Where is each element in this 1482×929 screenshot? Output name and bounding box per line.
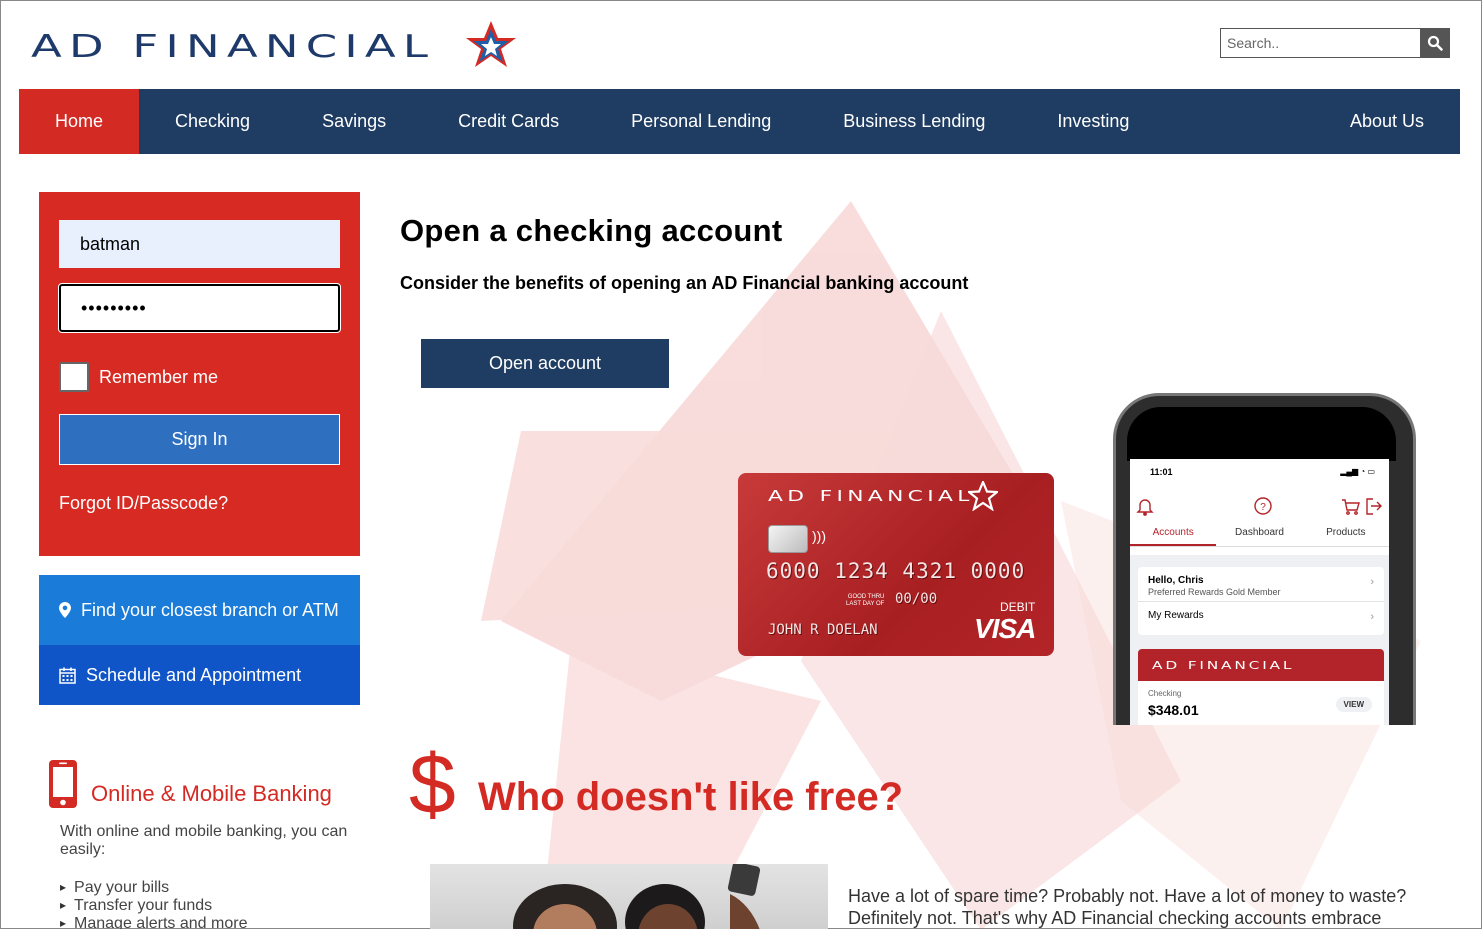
help-icon: ?	[1254, 497, 1272, 515]
phone-screen: 11:01 ▂▄▆ ◔ ▭ ? Accounts Dashboard Produ…	[1130, 459, 1389, 725]
bell-icon	[1136, 499, 1154, 516]
card-brand: AD FINANCIAL	[768, 487, 974, 505]
list-item: Transfer your funds	[60, 897, 367, 915]
phone-bank-header: AD FINANCIAL	[1138, 649, 1384, 681]
phone-rewards-row: My Rewards ›	[1138, 601, 1384, 635]
remember-me-label: Remember me	[99, 366, 219, 387]
search-button[interactable]	[1420, 28, 1450, 58]
phone-profile-card: Hello, Chris Preferred Rewards Gold Memb…	[1138, 567, 1384, 635]
card-holder: JOHN R DOELAN	[768, 622, 878, 638]
online-banking-description: With online and mobile banking, you can …	[60, 823, 348, 858]
remember-me-checkbox[interactable]	[59, 362, 89, 392]
online-banking-title: Online & Mobile Banking	[91, 781, 332, 806]
search-input[interactable]	[1220, 28, 1420, 58]
phone-tab-accounts: Accounts	[1130, 527, 1217, 546]
online-banking-list: Pay your bills Transfer your funds Manag…	[60, 879, 367, 929]
phone-time: 11:01	[1150, 467, 1173, 477]
phone-tab-products: Products	[1326, 527, 1366, 538]
find-branch-label: Find your closest branch or ATM	[81, 599, 339, 620]
free-section-text: Have a lot of spare time? Probably not. …	[848, 886, 1407, 928]
card-type: DEBIT	[1000, 600, 1036, 614]
good-thru-label: GOOD THRU LAST DAY OF	[846, 594, 884, 608]
phone-greeting-row: Hello, Chris Preferred Rewards Gold Memb…	[1138, 567, 1384, 601]
card-expiry: 00/00	[895, 591, 938, 607]
smartphone-icon	[49, 760, 77, 808]
debit-card-image: AD FINANCIAL ))) 6000 1234 4321 0000 GOO…	[738, 473, 1054, 656]
phone-account-card: AD FINANCIAL Checking $348.01 VIEW	[1138, 649, 1384, 725]
phone-bank-name: AD FINANCIAL	[1152, 658, 1295, 672]
remember-me[interactable]: Remember me	[59, 346, 218, 392]
logout-icon	[1366, 498, 1382, 515]
username-field[interactable]	[59, 220, 340, 268]
good-thru-line2: LAST DAY OF	[846, 601, 885, 607]
page-title: Open a checking account	[400, 213, 783, 248]
find-branch-link[interactable]: Find your closest branch or ATM	[39, 575, 360, 645]
forgot-id-link[interactable]: Forgot ID/Passcode?	[59, 493, 228, 514]
svg-text:?: ?	[1260, 502, 1266, 513]
search-bar	[1220, 28, 1450, 58]
ad-financial-logo[interactable]: AD FINANCIAL	[31, 19, 516, 75]
card-star-icon	[968, 481, 998, 511]
chip-icon	[768, 525, 808, 553]
nav-savings[interactable]: Savings	[286, 89, 422, 154]
main-nav: Home Checking Savings Credit Cards Perso…	[19, 89, 1460, 154]
free-section-title: Who doesn't like free?	[478, 775, 904, 819]
phone-mockup-image: 11:01 ▂▄▆ ◔ ▭ ? Accounts Dashboard Produ…	[1113, 393, 1416, 725]
nav-investing[interactable]: Investing	[1021, 89, 1165, 154]
schedule-label: Schedule and Appointment	[86, 664, 302, 685]
map-pin-icon	[59, 602, 71, 618]
nav-credit-cards[interactable]: Credit Cards	[422, 89, 595, 154]
visa-logo: VISA	[974, 613, 1036, 644]
star-logo-icon	[466, 21, 516, 67]
phone-tab-dashboard: Dashboard	[1235, 527, 1284, 538]
phone-balance: $348.01	[1148, 702, 1199, 718]
card-number: 6000 1234 4321 0000	[766, 559, 1026, 583]
phone-content: Hello, Chris Preferred Rewards Gold Memb…	[1130, 555, 1389, 725]
nav-about-us[interactable]: About Us	[1314, 89, 1460, 154]
open-account-button[interactable]: Open account	[421, 339, 669, 388]
dollar-icon: $	[409, 737, 456, 831]
phone-greeting: Hello, Chris	[1148, 575, 1204, 586]
phone-membership: Preferred Rewards Gold Member	[1148, 587, 1281, 597]
online-banking-section: Online & Mobile Banking With online and …	[47, 759, 367, 929]
calendar-icon	[59, 667, 76, 684]
sign-in-button[interactable]: Sign In	[59, 414, 340, 465]
contactless-icon: )))	[812, 528, 826, 544]
phone-rewards: My Rewards	[1148, 610, 1204, 621]
phone-tabs: Accounts Dashboard Products	[1130, 527, 1389, 547]
chevron-right-icon: ›	[1370, 576, 1374, 588]
phone-notch	[1127, 407, 1396, 461]
page-subtitle: Consider the benefits of opening an AD F…	[400, 273, 969, 293]
logo-text: AD FINANCIAL	[31, 29, 436, 65]
cart-icon	[1342, 499, 1360, 515]
site-header: AD FINANCIAL	[1, 1, 1481, 89]
phone-app-icons: ?	[1136, 497, 1382, 516]
password-field[interactable]	[58, 283, 341, 333]
nav-business-lending[interactable]: Business Lending	[807, 89, 1021, 154]
online-banking-header: Online & Mobile Banking	[47, 759, 367, 809]
schedule-appointment-link[interactable]: Schedule and Appointment	[39, 645, 360, 705]
list-item: Manage alerts and more	[60, 915, 367, 929]
good-thru-line1: GOOD THRU	[847, 594, 885, 600]
nav-checking[interactable]: Checking	[139, 89, 286, 154]
couple-selfie-photo	[430, 864, 828, 929]
photo-illustration	[513, 864, 761, 929]
phone-account-type: Checking	[1148, 689, 1182, 698]
nav-personal-lending[interactable]: Personal Lending	[595, 89, 807, 154]
chevron-right-icon: ›	[1370, 611, 1374, 623]
list-item: Pay your bills	[60, 879, 367, 897]
login-panel: Remember me Sign In Forgot ID/Passcode?	[39, 192, 360, 556]
search-icon	[1427, 35, 1443, 51]
phone-status-icons: ▂▄▆ ◔ ▭	[1340, 467, 1375, 476]
nav-home[interactable]: Home	[19, 89, 140, 154]
phone-view-button: VIEW	[1335, 697, 1372, 712]
